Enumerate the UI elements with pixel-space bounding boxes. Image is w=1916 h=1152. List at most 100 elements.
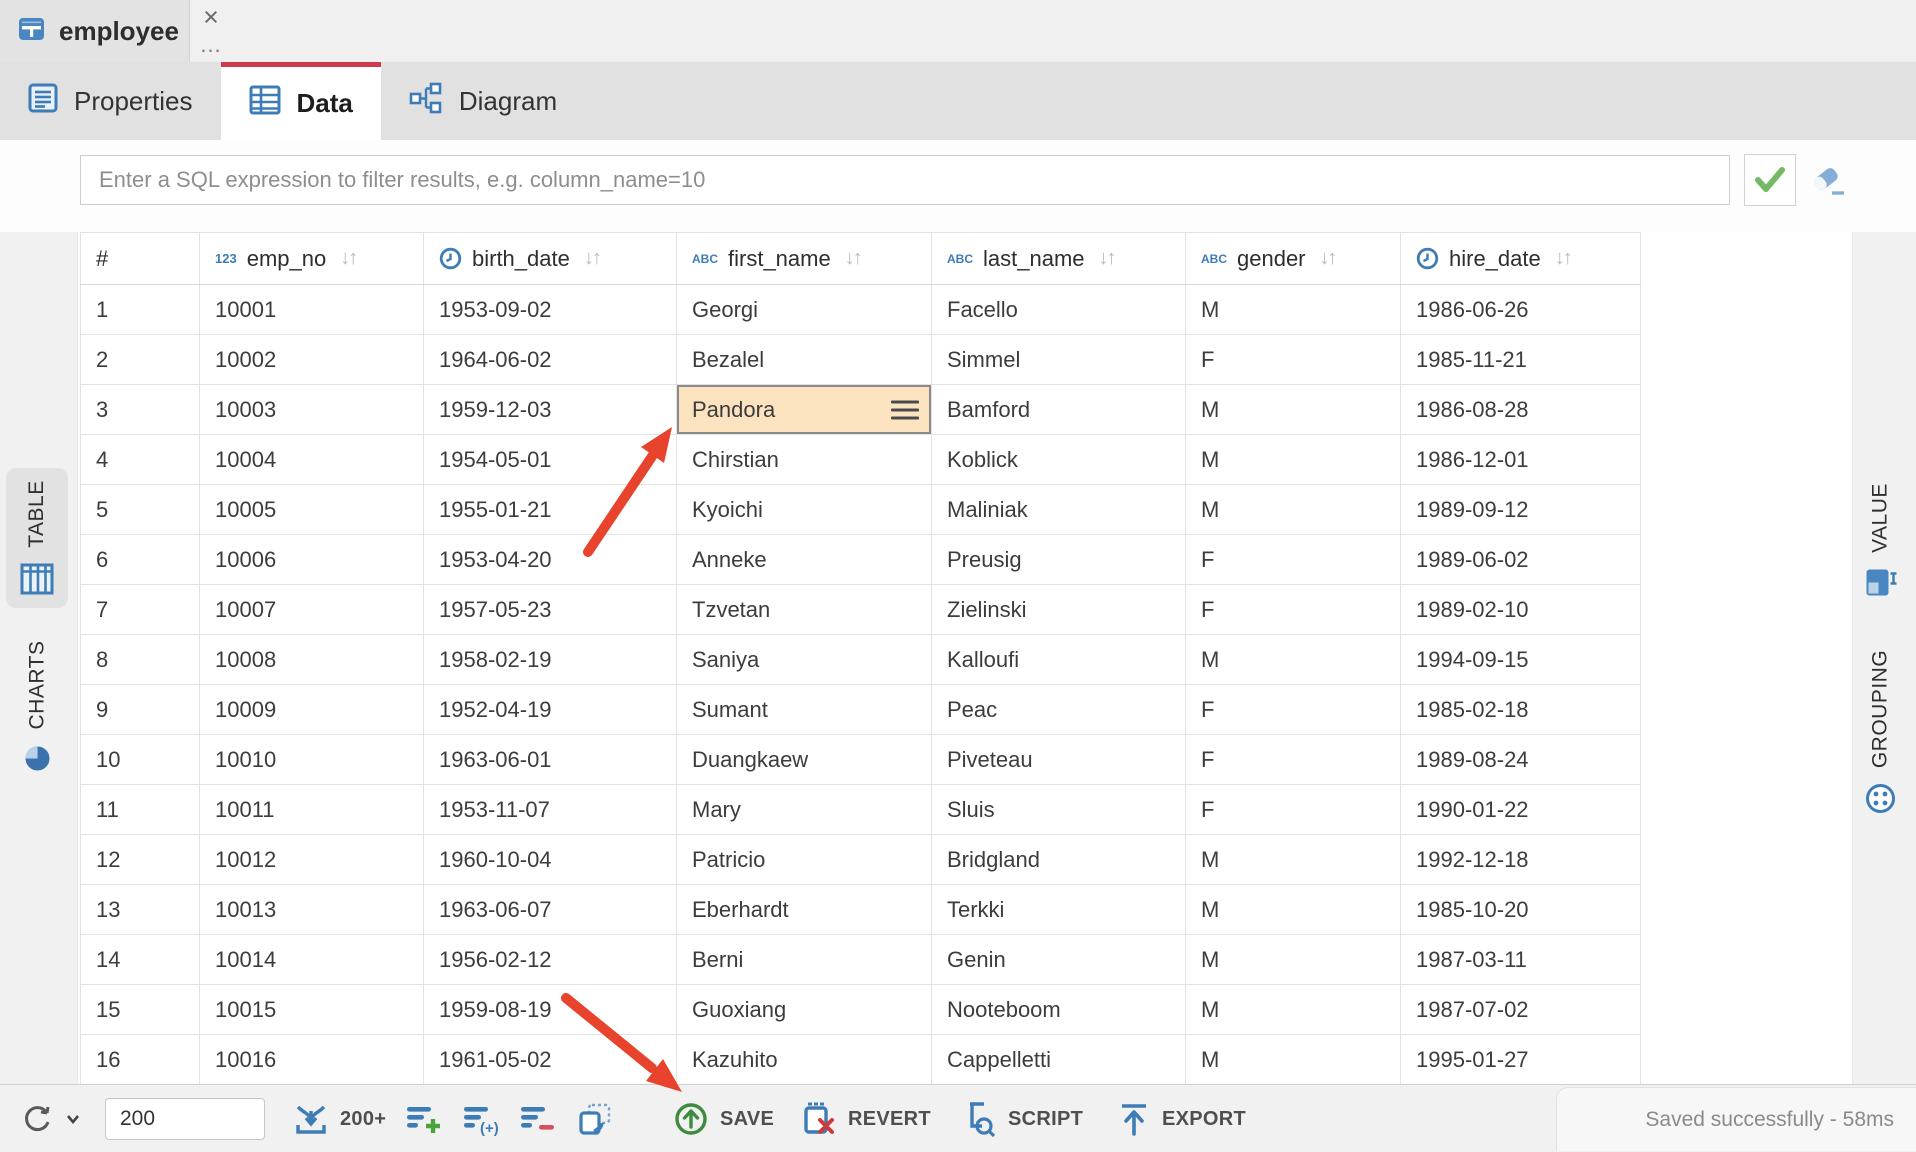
- cell-hire_date[interactable]: 1987-07-02: [1401, 985, 1641, 1035]
- cell-first_name[interactable]: Duangkaew: [677, 735, 932, 785]
- sort-icon[interactable]: ↓↑: [340, 247, 356, 270]
- cell-last_name[interactable]: Maliniak: [932, 485, 1186, 535]
- close-tab-icon[interactable]: ×: [196, 2, 226, 32]
- row-number-cell[interactable]: 16: [81, 1035, 200, 1085]
- cell-hire_date[interactable]: 1990-01-22: [1401, 785, 1641, 835]
- cell-emp_no[interactable]: 10004: [200, 435, 424, 485]
- cell-birth_date[interactable]: 1956-02-12: [424, 935, 677, 985]
- cell-first_name[interactable]: Georgi: [677, 285, 932, 335]
- row-number-cell[interactable]: 5: [81, 485, 200, 535]
- cell-hire_date[interactable]: 1986-08-28: [1401, 385, 1641, 435]
- cell-emp_no[interactable]: 10007: [200, 585, 424, 635]
- cell-hire_date[interactable]: 1986-06-26: [1401, 285, 1641, 335]
- cell-birth_date[interactable]: 1960-10-04: [424, 835, 677, 885]
- cell-last_name[interactable]: Sluis: [932, 785, 1186, 835]
- row-number-cell[interactable]: 1: [81, 285, 200, 335]
- cell-gender[interactable]: M: [1186, 285, 1401, 335]
- cell-first_name[interactable]: Saniya: [677, 635, 932, 685]
- cell-hire_date[interactable]: 1989-09-12: [1401, 485, 1641, 535]
- cell-first_name[interactable]: Patricio: [677, 835, 932, 885]
- cell-gender[interactable]: M: [1186, 485, 1401, 535]
- cell-hire_date[interactable]: 1994-09-15: [1401, 635, 1641, 685]
- cell-gender[interactable]: F: [1186, 685, 1401, 735]
- sort-icon[interactable]: ↓↑: [1320, 247, 1336, 270]
- sort-icon[interactable]: ↓↑: [1099, 247, 1115, 270]
- column-header-birth_date[interactable]: birth_date↓↑: [424, 233, 677, 285]
- tab-overflow-icon[interactable]: ...: [194, 34, 228, 58]
- add-row-button[interactable]: [405, 1085, 443, 1152]
- cell-emp_no[interactable]: 10014: [200, 935, 424, 985]
- refresh-button[interactable]: [20, 1085, 80, 1152]
- cell-last_name[interactable]: Genin: [932, 935, 1186, 985]
- panel-tab-grouping[interactable]: GROUPING: [1850, 635, 1912, 830]
- cell-first_name[interactable]: Chirstian: [677, 435, 932, 485]
- cell-hire_date[interactable]: 1989-08-24: [1401, 735, 1641, 785]
- cell-birth_date[interactable]: 1963-06-07: [424, 885, 677, 935]
- cell-birth_date[interactable]: 1959-08-19: [424, 985, 677, 1035]
- panel-tab-table[interactable]: TABLE: [6, 468, 68, 608]
- cell-hire_date[interactable]: 1985-10-20: [1401, 885, 1641, 935]
- cell-gender[interactable]: M: [1186, 935, 1401, 985]
- cell-emp_no[interactable]: 10015: [200, 985, 424, 1035]
- cell-hire_date[interactable]: 1985-11-21: [1401, 335, 1641, 385]
- cell-birth_date[interactable]: 1953-09-02: [424, 285, 677, 335]
- cell-emp_no[interactable]: 10012: [200, 835, 424, 885]
- cell-first_name[interactable]: Kyoichi: [677, 485, 932, 535]
- row-number-cell[interactable]: 2: [81, 335, 200, 385]
- panel-tab-charts[interactable]: CHARTS: [7, 625, 69, 790]
- cell-emp_no[interactable]: 10003: [200, 385, 424, 435]
- cell-gender[interactable]: M: [1186, 1035, 1401, 1085]
- cell-birth_date[interactable]: 1952-04-19: [424, 685, 677, 735]
- editor-tab-employee[interactable]: employee: [0, 0, 190, 62]
- clear-filter-button[interactable]: [1806, 162, 1850, 202]
- cell-emp_no[interactable]: 10008: [200, 635, 424, 685]
- cell-emp_no[interactable]: 10013: [200, 885, 424, 935]
- cell-emp_no[interactable]: 10009: [200, 685, 424, 735]
- cell-gender[interactable]: F: [1186, 735, 1401, 785]
- row-number-cell[interactable]: 15: [81, 985, 200, 1035]
- panel-tab-value[interactable]: VALUE: [1850, 469, 1912, 614]
- tab-data[interactable]: Data: [221, 62, 381, 140]
- cell-first_name[interactable]: Anneke: [677, 535, 932, 585]
- cell-first_name[interactable]: Berni: [677, 935, 932, 985]
- cell-hire_date[interactable]: 1995-01-27: [1401, 1035, 1641, 1085]
- cell-hire_date[interactable]: 1989-06-02: [1401, 535, 1641, 585]
- cell-first_name[interactable]: Mary: [677, 785, 932, 835]
- tab-properties[interactable]: Properties: [0, 62, 221, 140]
- duplicate-row-button[interactable]: (+): [462, 1085, 502, 1152]
- column-header-gender[interactable]: ABCgender↓↑: [1186, 233, 1401, 285]
- cell-birth_date[interactable]: 1961-05-02: [424, 1035, 677, 1085]
- delete-row-button[interactable]: [519, 1085, 557, 1152]
- cell-gender[interactable]: M: [1186, 985, 1401, 1035]
- cell-hire_date[interactable]: 1985-02-18: [1401, 685, 1641, 735]
- fetch-next-page-button[interactable]: 200+: [292, 1085, 386, 1152]
- column-header-last_name[interactable]: ABClast_name↓↑: [932, 233, 1186, 285]
- cell-last_name[interactable]: Preusig: [932, 535, 1186, 585]
- cell-first_name[interactable]: Kazuhito: [677, 1035, 932, 1085]
- cell-hire_date[interactable]: 1992-12-18: [1401, 835, 1641, 885]
- cell-emp_no[interactable]: 10005: [200, 485, 424, 535]
- row-number-cell[interactable]: 10: [81, 735, 200, 785]
- row-number-cell[interactable]: 6: [81, 535, 200, 585]
- cell-last_name[interactable]: Zielinski: [932, 585, 1186, 635]
- row-number-cell[interactable]: 13: [81, 885, 200, 935]
- cell-last_name[interactable]: Cappelletti: [932, 1035, 1186, 1085]
- sort-icon[interactable]: ↓↑: [584, 247, 600, 270]
- cell-emp_no[interactable]: 10002: [200, 335, 424, 385]
- row-number-cell[interactable]: 9: [81, 685, 200, 735]
- cell-last_name[interactable]: Peac: [932, 685, 1186, 735]
- cell-first_name[interactable]: Tzvetan: [677, 585, 932, 635]
- cell-first_name[interactable]: Sumant: [677, 685, 932, 735]
- script-button[interactable]: SCRIPT: [958, 1085, 1083, 1152]
- cell-first_name[interactable]: Eberhardt: [677, 885, 932, 935]
- cell-gender[interactable]: M: [1186, 835, 1401, 885]
- cell-first_name[interactable]: Guoxiang: [677, 985, 932, 1035]
- row-number-cell[interactable]: 8: [81, 635, 200, 685]
- sort-icon[interactable]: ↓↑: [1555, 247, 1571, 270]
- apply-filter-button[interactable]: [1744, 154, 1796, 206]
- cell-emp_no[interactable]: 10011: [200, 785, 424, 835]
- cell-birth_date[interactable]: 1953-04-20: [424, 535, 677, 585]
- row-number-cell[interactable]: 14: [81, 935, 200, 985]
- cell-emp_no[interactable]: 10016: [200, 1035, 424, 1085]
- export-button[interactable]: EXPORT: [1116, 1085, 1246, 1152]
